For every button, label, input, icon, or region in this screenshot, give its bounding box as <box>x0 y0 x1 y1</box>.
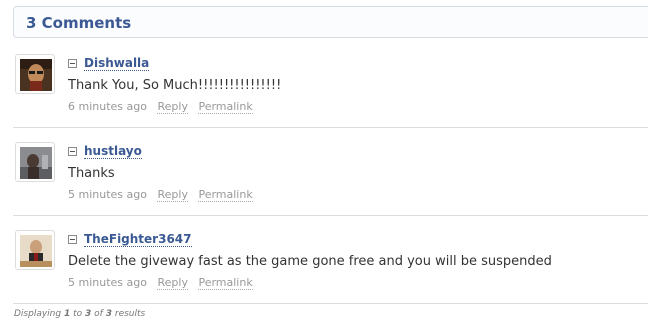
comment-author-link[interactable]: hustlayo <box>84 145 142 159</box>
footer-to: to <box>73 309 83 319</box>
comment-timestamp: 5 minutes ago <box>68 188 147 201</box>
reply-link[interactable]: Reply <box>157 100 188 114</box>
comment-meta: 5 minutes ago Reply Permalink <box>68 188 253 202</box>
avatar[interactable] <box>15 54 55 94</box>
avatar[interactable] <box>15 142 55 182</box>
comments-header: 3 Comments <box>13 6 648 38</box>
permalink-link[interactable]: Permalink <box>198 100 253 114</box>
comment-text: Thank You, So Much!!!!!!!!!!!!!!!! <box>68 78 282 93</box>
comment-meta: 5 minutes ago Reply Permalink <box>68 276 253 290</box>
results-total: 3 <box>105 309 112 319</box>
reply-link[interactable]: Reply <box>157 276 188 290</box>
comment-timestamp: 6 minutes ago <box>68 100 147 113</box>
avatar-dishwalla-icon <box>20 59 52 91</box>
avatar-hustlayo-icon <box>20 147 52 179</box>
comment-timestamp: 5 minutes ago <box>68 276 147 289</box>
permalink-link[interactable]: Permalink <box>198 188 253 202</box>
comment-item: Dishwalla Thank You, So Much!!!!!!!!!!!!… <box>13 40 648 128</box>
avatar-thefighter3647-icon <box>20 235 52 267</box>
permalink-link[interactable]: Permalink <box>198 276 253 290</box>
pagination-summary: Displaying 1 to 3 of 3 results <box>14 309 145 319</box>
comment-author-link[interactable]: Dishwalla <box>84 57 150 71</box>
collapse-icon[interactable] <box>68 235 77 244</box>
range-end: 3 <box>85 309 92 319</box>
comments-count-title: 3 Comments <box>26 14 132 32</box>
collapse-icon[interactable] <box>68 59 77 68</box>
collapse-icon[interactable] <box>68 147 77 156</box>
avatar[interactable] <box>15 230 55 270</box>
comment-author-link[interactable]: TheFighter3647 <box>84 233 192 247</box>
comment-text: Delete the giveway fast as the game gone… <box>68 254 552 269</box>
comment-text: Thanks <box>68 166 115 181</box>
reply-link[interactable]: Reply <box>157 188 188 202</box>
range-start: 1 <box>63 309 71 319</box>
comment-meta: 6 minutes ago Reply Permalink <box>68 100 253 114</box>
footer-of: of <box>94 309 103 319</box>
comment-item: hustlayo Thanks 5 minutes ago Reply Perm… <box>13 128 648 216</box>
comment-item: TheFighter3647 Delete the giveway fast a… <box>13 216 648 304</box>
footer-suffix: results <box>114 309 146 319</box>
footer-prefix: Displaying <box>14 309 62 319</box>
